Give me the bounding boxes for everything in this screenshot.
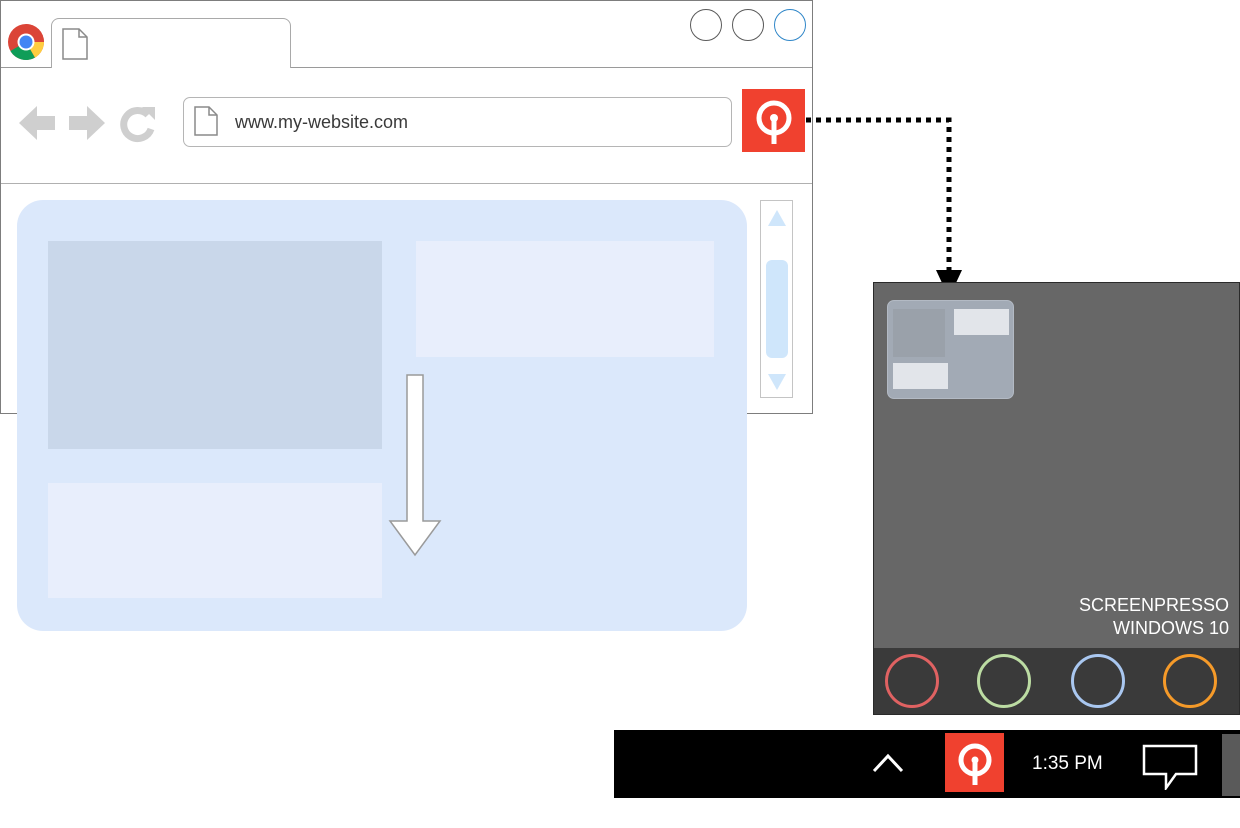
show-desktop-button[interactable] bbox=[1222, 734, 1240, 796]
screenpresso-tray-icon[interactable] bbox=[945, 733, 1004, 792]
scrollbar[interactable] bbox=[760, 200, 793, 398]
orange-circle-button[interactable] bbox=[1163, 654, 1217, 708]
document-icon bbox=[62, 28, 88, 60]
chrome-logo-icon bbox=[8, 24, 45, 61]
connector-arrow bbox=[806, 117, 962, 298]
scroll-down-arrow-icon bbox=[388, 374, 442, 557]
caption-line-2: WINDOWS 10 bbox=[1112, 618, 1229, 638]
browser-toolbar: www.my-website.com bbox=[1, 67, 812, 184]
content-block-bottom-left bbox=[48, 483, 382, 598]
tab-bar bbox=[1, 1, 812, 68]
reload-icon[interactable] bbox=[118, 103, 158, 143]
red-circle-button[interactable] bbox=[885, 654, 939, 708]
chevron-up-icon[interactable] bbox=[872, 752, 904, 774]
capture-thumbnail[interactable] bbox=[887, 300, 1014, 399]
minimize-button[interactable] bbox=[690, 9, 722, 41]
scroll-thumb[interactable] bbox=[766, 260, 788, 358]
screenpresso-extension-icon[interactable] bbox=[742, 89, 805, 152]
page-document-icon bbox=[194, 106, 218, 136]
close-button[interactable] bbox=[774, 9, 806, 41]
back-arrow-icon[interactable] bbox=[17, 103, 57, 143]
content-block-top-right bbox=[416, 241, 714, 357]
page-content-area bbox=[17, 200, 747, 631]
blue-circle-button[interactable] bbox=[1071, 654, 1125, 708]
thumbnail-block bbox=[893, 363, 948, 389]
content-block-image bbox=[48, 241, 382, 449]
taskbar: 1:35 PM bbox=[614, 730, 1240, 798]
scroll-down-icon[interactable] bbox=[766, 371, 788, 393]
maximize-button[interactable] bbox=[732, 9, 764, 41]
browser-tab[interactable] bbox=[51, 18, 291, 68]
scroll-up-icon[interactable] bbox=[766, 207, 788, 229]
screenpresso-panel: SCREENPRESSO WINDOWS 10 bbox=[873, 282, 1240, 715]
screenpresso-caption: SCREENPRESSO WINDOWS 10 bbox=[1024, 594, 1229, 640]
url-text[interactable]: www.my-website.com bbox=[235, 112, 408, 133]
notification-icon[interactable] bbox=[1142, 744, 1198, 790]
thumbnail-block bbox=[893, 309, 945, 357]
screenpresso-footer bbox=[874, 648, 1239, 714]
taskbar-clock[interactable]: 1:35 PM bbox=[1032, 753, 1103, 775]
forward-arrow-icon[interactable] bbox=[67, 103, 107, 143]
address-bar[interactable]: www.my-website.com bbox=[183, 97, 732, 147]
caption-line-1: SCREENPRESSO bbox=[1078, 595, 1229, 615]
thumbnail-block bbox=[954, 309, 1009, 335]
green-circle-button[interactable] bbox=[977, 654, 1031, 708]
